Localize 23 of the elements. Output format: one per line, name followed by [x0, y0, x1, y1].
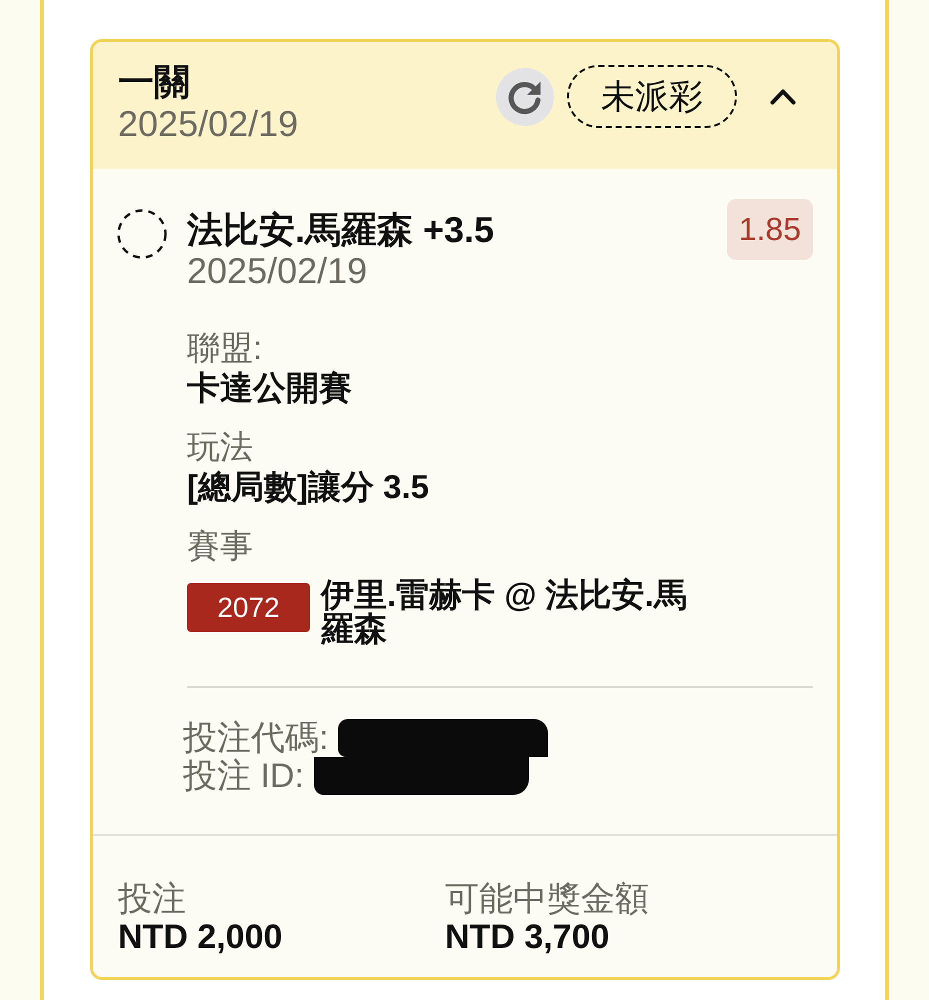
summary-label: 可能中獎金額	[445, 880, 650, 918]
detail-label: 玩法	[187, 427, 254, 467]
bet-date: 2025/02/19	[118, 102, 300, 144]
reference-label: 投注 ID:	[183, 757, 304, 795]
reference-label: 投注代碼:	[183, 719, 328, 757]
odds-badge: 1.85	[726, 199, 813, 260]
refresh-button[interactable]	[496, 68, 554, 126]
collapse-button[interactable]	[770, 88, 796, 105]
detail-label: 賽事	[187, 526, 254, 566]
detail-value: [總局數]讓分 3.5	[187, 467, 430, 507]
summary-label: 投注	[118, 880, 187, 918]
selection-date: 2025/02/19	[187, 252, 368, 290]
detail-value: 卡達公開賽	[187, 368, 353, 408]
match-name: 伊里.雷赫卡 @ 法比安.馬羅森	[321, 578, 688, 646]
chevron-up-icon	[770, 88, 796, 105]
summary-value: NTD 2,000	[118, 918, 284, 956]
status-badge: 未派彩	[567, 65, 737, 128]
event-code-badge: 2072	[187, 583, 310, 632]
refresh-icon	[496, 68, 554, 126]
summary-value: NTD 3,700	[445, 918, 610, 956]
detail-label: 聯盟:	[187, 328, 264, 368]
selection-title: 法比安.馬羅森 +3.5	[187, 208, 496, 252]
bet-type-title: 一關	[118, 60, 191, 102]
